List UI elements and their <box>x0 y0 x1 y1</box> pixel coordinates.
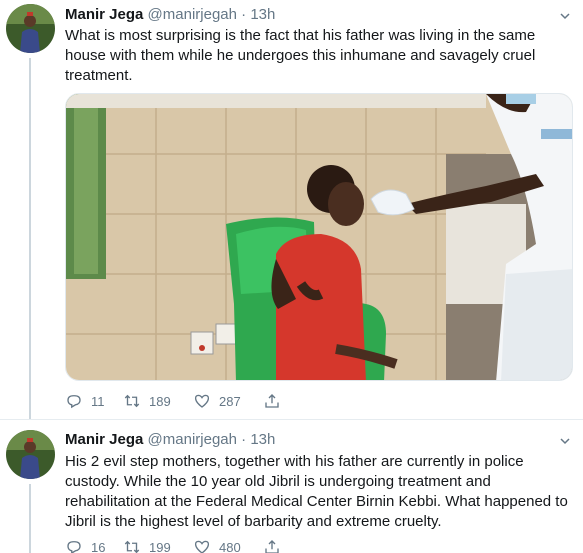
retweet-count: 189 <box>149 393 171 409</box>
tweet-actions: 16 199 480 <box>65 537 281 553</box>
like-button[interactable]: 287 <box>193 392 263 410</box>
separator-dot: · <box>241 6 247 23</box>
author-name[interactable]: Manir Jega <box>65 6 143 23</box>
retweet-count: 199 <box>149 539 171 553</box>
reply-icon <box>67 395 81 409</box>
thread-line <box>29 58 31 419</box>
retweet-button[interactable]: 199 <box>123 538 193 553</box>
author-handle[interactable]: @manirjegah <box>148 431 237 448</box>
reply-count: 16 <box>91 539 106 553</box>
separator-dot: · <box>241 431 247 448</box>
tweet-header: Manir Jega @manirjegah · 13h <box>65 6 275 26</box>
tweet[interactable]: Manir Jega @manirjegah · 13h What is mos… <box>0 0 583 419</box>
reply-count: 11 <box>91 393 105 409</box>
timestamp[interactable]: 13h <box>250 431 275 448</box>
retweet-icon <box>124 394 140 408</box>
share-button[interactable] <box>263 392 281 410</box>
share-icon <box>265 540 279 553</box>
chevron-down-icon[interactable] <box>559 10 571 22</box>
share-button[interactable] <box>263 538 281 553</box>
thread-line <box>29 484 31 553</box>
tweet-header: Manir Jega @manirjegah · 13h <box>65 431 275 451</box>
avatar[interactable] <box>6 4 55 53</box>
reply-button[interactable]: 11 <box>65 392 123 410</box>
author-name[interactable]: Manir Jega <box>65 431 143 448</box>
retweet-icon <box>124 540 140 553</box>
tweet-photo[interactable] <box>65 93 573 381</box>
tweet-actions: 11 189 287 <box>65 391 281 411</box>
share-icon <box>265 394 279 408</box>
avatar[interactable] <box>6 430 55 479</box>
retweet-button[interactable]: 189 <box>123 392 193 410</box>
reply-icon <box>67 541 81 553</box>
chevron-down-icon[interactable] <box>559 435 571 447</box>
tweet-text: His 2 evil step mothers, together with h… <box>65 453 568 530</box>
tweet[interactable]: Manir Jega @manirjegah · 13h His 2 evil … <box>0 420 583 553</box>
timestamp[interactable]: 13h <box>250 6 275 23</box>
like-icon <box>194 394 210 408</box>
like-icon <box>194 540 210 553</box>
like-count: 480 <box>219 539 241 553</box>
like-count: 287 <box>219 393 241 409</box>
author-handle[interactable]: @manirjegah <box>148 6 237 23</box>
like-button[interactable]: 480 <box>193 538 263 553</box>
reply-button[interactable]: 16 <box>65 538 123 553</box>
tweet-text: What is most surprising is the fact that… <box>65 27 536 84</box>
